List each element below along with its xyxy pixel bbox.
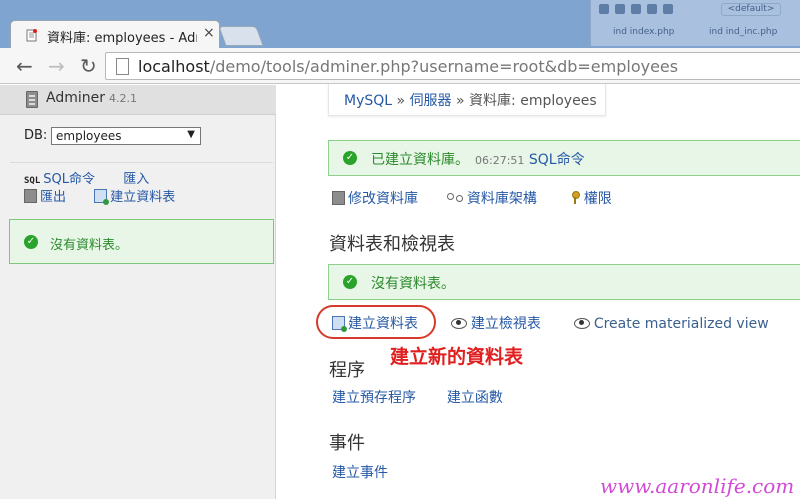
app-version: 4.2.1 bbox=[109, 92, 137, 105]
tab-title: 資料庫: employees - Admi bbox=[47, 31, 197, 46]
check-icon: ✓ bbox=[343, 151, 357, 165]
breadcrumb-server[interactable]: 伺服器 bbox=[410, 93, 452, 109]
background-window: <default> ind index.php ind ind_inc.php bbox=[590, 0, 800, 46]
adminer-favicon-icon bbox=[26, 29, 37, 42]
create-materialized-view-link[interactable]: Create materialized view bbox=[594, 316, 769, 332]
reload-icon[interactable]: ↻ bbox=[80, 54, 97, 78]
database-schema-link[interactable]: 資料庫架構 bbox=[467, 191, 537, 207]
close-tab-icon[interactable]: × bbox=[203, 25, 215, 41]
browser-tab-strip: <default> ind index.php ind ind_inc.php … bbox=[0, 0, 800, 48]
watermark: www.aaronlife.com bbox=[600, 474, 795, 498]
breadcrumb-current: 資料庫: employees bbox=[469, 93, 597, 109]
app-icon bbox=[663, 4, 673, 14]
url-path: /demo/tools/adminer.php?username=root&db… bbox=[209, 57, 679, 76]
database-actions: 修改資料庫 資料庫架構 權限 bbox=[332, 188, 612, 208]
background-window-tag: <default> bbox=[721, 3, 781, 16]
background-file-tab: ind index.php bbox=[613, 27, 675, 37]
sidebar-no-tables-message: ✓ 沒有資料表。 bbox=[9, 219, 274, 264]
sql-icon: SQL bbox=[24, 176, 41, 186]
sidebar-links: SQL SQL命令 匯入 匯出 建立資料表 bbox=[24, 171, 175, 207]
new-tab-button[interactable] bbox=[218, 26, 264, 46]
schema-icon bbox=[446, 192, 463, 202]
app-brand[interactable]: Adminer 4.2.1 bbox=[0, 85, 276, 115]
routine-actions: 建立預存程序 建立函數 bbox=[332, 387, 503, 407]
forward-arrow-icon[interactable]: → bbox=[48, 54, 65, 78]
sql-command-link[interactable]: SQL命令 bbox=[43, 172, 95, 187]
create-function-link[interactable]: 建立函數 bbox=[447, 390, 503, 406]
breadcrumb-separator: » bbox=[396, 93, 406, 109]
database-created-message: ✓ 已建立資料庫。 06:27:51 SQL命令 bbox=[328, 140, 800, 176]
no-tables-message: ✓ 沒有資料表。 bbox=[328, 264, 800, 300]
page-icon bbox=[116, 58, 129, 75]
database-icon bbox=[332, 191, 345, 205]
breadcrumb-mysql[interactable]: MySQL bbox=[344, 93, 392, 109]
app-icon bbox=[599, 4, 609, 14]
message-time: 06:27:51 bbox=[475, 154, 525, 167]
key-icon bbox=[570, 191, 580, 205]
db-label: DB: bbox=[24, 128, 48, 143]
created-text: 已建立資料庫。 bbox=[371, 152, 469, 168]
breadcrumb: MySQL » 伺服器 » 資料庫: employees bbox=[328, 84, 606, 116]
create-view-link[interactable]: 建立檢視表 bbox=[471, 316, 541, 332]
import-link[interactable]: 匯入 bbox=[123, 172, 149, 187]
sidebar-message-text: 沒有資料表。 bbox=[50, 238, 129, 253]
url-host: localhost bbox=[138, 57, 210, 76]
adminer-logo-icon bbox=[26, 91, 38, 108]
event-actions: 建立事件 bbox=[332, 462, 388, 482]
db-select[interactable]: employees ▼ bbox=[51, 127, 201, 145]
events-heading: 事件 bbox=[329, 433, 365, 454]
export-link[interactable]: 匯出 bbox=[40, 190, 66, 205]
tables-heading: 資料表和檢視表 bbox=[329, 234, 455, 255]
browser-tab-active[interactable]: 資料庫: employees - Admi × bbox=[10, 20, 220, 48]
sidebar: Adminer 4.2.1 DB: employees ▼ SQL SQL命令 匯入… bbox=[0, 85, 276, 499]
view-icon bbox=[450, 317, 467, 329]
check-icon: ✓ bbox=[24, 235, 38, 249]
highlight-oval bbox=[316, 305, 436, 339]
table-add-icon bbox=[94, 189, 110, 205]
sidebar-create-table-link[interactable]: 建立資料表 bbox=[110, 190, 175, 205]
dropdown-arrow-icon: ▼ bbox=[187, 129, 195, 140]
create-procedure-link[interactable]: 建立預存程序 bbox=[332, 390, 416, 406]
message-text: 已建立資料庫。 06:27:51 SQL命令 bbox=[371, 149, 585, 169]
database-icon bbox=[24, 189, 37, 203]
db-select-value: employees bbox=[56, 129, 122, 143]
view-icon bbox=[573, 317, 590, 329]
alter-database-link[interactable]: 修改資料庫 bbox=[348, 191, 418, 207]
app-icon bbox=[647, 4, 657, 14]
annotation-text: 建立新的資料表 bbox=[390, 346, 524, 368]
routines-heading: 程序 bbox=[329, 360, 365, 381]
check-icon: ✓ bbox=[343, 275, 357, 289]
address-bar[interactable]: localhost/demo/tools/adminer.php?usernam… bbox=[105, 52, 800, 80]
message-sql-link[interactable]: SQL命令 bbox=[529, 152, 585, 168]
breadcrumb-separator: » bbox=[456, 93, 465, 109]
browser-toolbar: ← → ↻ localhost/demo/tools/adminer.php?u… bbox=[0, 48, 800, 84]
create-event-link[interactable]: 建立事件 bbox=[332, 465, 388, 481]
app-name-text: Adminer bbox=[46, 90, 105, 106]
app-icon bbox=[615, 4, 625, 14]
app-name: Adminer 4.2.1 bbox=[46, 90, 137, 106]
privileges-link[interactable]: 權限 bbox=[584, 191, 612, 207]
url-text: localhost/demo/tools/adminer.php?usernam… bbox=[138, 57, 678, 76]
app-icon bbox=[631, 4, 641, 14]
background-file-tab: ind ind_inc.php bbox=[709, 27, 778, 37]
no-tables-text: 沒有資料表。 bbox=[371, 276, 455, 292]
divider bbox=[10, 162, 273, 163]
back-arrow-icon[interactable]: ← bbox=[16, 54, 33, 78]
